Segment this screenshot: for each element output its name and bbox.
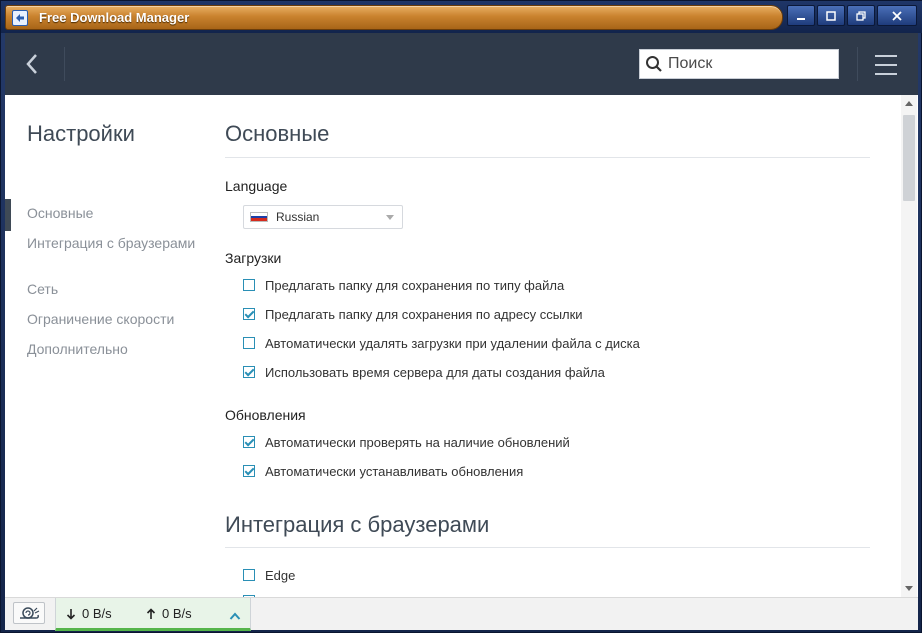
- restore-icon: [856, 10, 866, 21]
- close-button[interactable]: [877, 5, 917, 26]
- window-title: Free Download Manager: [39, 10, 190, 25]
- language-select[interactable]: Russian: [243, 205, 403, 229]
- speed-mode-button[interactable]: [13, 602, 45, 624]
- checkbox-label: Автоматически устанавливать обновления: [265, 463, 524, 479]
- search-box[interactable]: [639, 49, 839, 79]
- option-browser-edge[interactable]: Edge: [243, 567, 295, 583]
- checkbox[interactable]: [243, 465, 255, 477]
- scrollbar-thumb[interactable]: [903, 115, 915, 201]
- maximize-icon: [826, 10, 836, 21]
- restore-button[interactable]: [847, 5, 875, 26]
- dropdown-arrow-icon: [386, 215, 394, 220]
- language-label: Language: [225, 178, 288, 194]
- main-menu-button[interactable]: [873, 51, 899, 77]
- downloads-label: Загрузки: [225, 250, 282, 266]
- section-title-general: Основные: [225, 121, 330, 146]
- window-controls: [787, 5, 917, 26]
- option-auto-install-updates[interactable]: Автоматически устанавливать обновления: [243, 463, 523, 479]
- app-logo-icon: [12, 10, 28, 26]
- checkbox[interactable]: [243, 436, 255, 448]
- checkbox-label: Использовать время сервера для даты созд…: [265, 364, 605, 380]
- header-divider: [64, 47, 65, 81]
- option-suggest-folder-by-url[interactable]: Предлагать папку для сохранения по адрес…: [243, 306, 583, 322]
- sidebar-item-browser-integration[interactable]: Интеграция с браузерами: [27, 235, 197, 251]
- sidebar-item-speed-limit[interactable]: Ограничение скорости: [27, 311, 197, 327]
- status-bar: 0 B/s 0 B/s: [5, 597, 918, 631]
- download-speed: 0 B/s: [66, 606, 112, 621]
- checkbox[interactable]: [243, 337, 255, 349]
- header-divider-right: [857, 47, 858, 81]
- search-input[interactable]: [668, 55, 828, 73]
- app-header: [5, 33, 918, 95]
- language-value: Russian: [276, 210, 320, 224]
- settings-content: Основные Language Russian Загрузки Предл…: [225, 95, 870, 597]
- checkbox-label: Предлагать папку для сохранения по адрес…: [265, 306, 583, 322]
- section-divider: [225, 157, 870, 158]
- maximize-button[interactable]: [817, 5, 845, 26]
- option-auto-delete-downloads[interactable]: Автоматически удалять загрузки при удале…: [243, 335, 640, 351]
- title-bar[interactable]: Free Download Manager: [1, 1, 922, 33]
- checkbox[interactable]: [243, 279, 255, 291]
- checkbox-label: Edge: [265, 567, 296, 583]
- download-arrow-icon: [66, 608, 76, 620]
- download-speed-value: 0 B/s: [82, 606, 112, 621]
- vertical-scrollbar[interactable]: [901, 95, 917, 597]
- upload-arrow-icon: [146, 607, 156, 619]
- updates-label: Обновления: [225, 407, 306, 423]
- hamburger-icon: [873, 55, 899, 75]
- checkbox[interactable]: [243, 366, 255, 378]
- sidebar-item-general[interactable]: Основные: [27, 205, 197, 221]
- checkbox[interactable]: [243, 308, 255, 320]
- sidebar-item-network[interactable]: Сеть: [27, 281, 197, 297]
- checkbox-label: Автоматически проверять на наличие обнов…: [265, 434, 570, 450]
- settings-title: Настройки: [27, 121, 135, 146]
- option-auto-check-updates[interactable]: Автоматически проверять на наличие обнов…: [243, 434, 570, 450]
- minimize-icon: [797, 17, 805, 20]
- upload-speed-value: 0 B/s: [162, 606, 192, 621]
- option-use-server-time[interactable]: Использовать время сервера для даты созд…: [243, 364, 605, 380]
- snail-icon: [20, 607, 40, 619]
- checkbox[interactable]: [243, 569, 255, 581]
- back-button[interactable]: [17, 51, 47, 77]
- back-arrow-icon: [26, 54, 37, 74]
- scroll-down-arrow-icon[interactable]: [905, 586, 913, 591]
- expand-chevron-up-icon[interactable]: [229, 608, 241, 626]
- option-suggest-folder-by-type[interactable]: Предлагать папку для сохранения по типу …: [243, 277, 564, 293]
- speed-panel[interactable]: 0 B/s 0 B/s: [55, 598, 251, 631]
- active-indicator: [5, 199, 11, 231]
- russia-flag-icon: [250, 212, 268, 222]
- upload-speed: 0 B/s: [146, 606, 192, 621]
- scroll-up-arrow-icon[interactable]: [905, 101, 913, 106]
- section-divider: [225, 547, 870, 548]
- app-window: Free Download Manager Поиск Настройки Ос…: [0, 0, 922, 633]
- checkbox-label: Предлагать папку для сохранения по типу …: [265, 277, 565, 293]
- section-title-browser-integration: Интеграция с браузерами: [225, 512, 490, 537]
- settings-sidebar: Настройки Основные Интеграция с браузера…: [5, 95, 205, 597]
- search-icon: [640, 50, 668, 78]
- close-icon: [892, 10, 902, 21]
- sidebar-item-advanced[interactable]: Дополнительно: [27, 341, 197, 357]
- checkbox-label: Автоматически удалять загрузки при удале…: [265, 335, 640, 351]
- minimize-button[interactable]: [787, 5, 815, 26]
- app-body: Настройки Основные Интеграция с браузера…: [5, 33, 918, 631]
